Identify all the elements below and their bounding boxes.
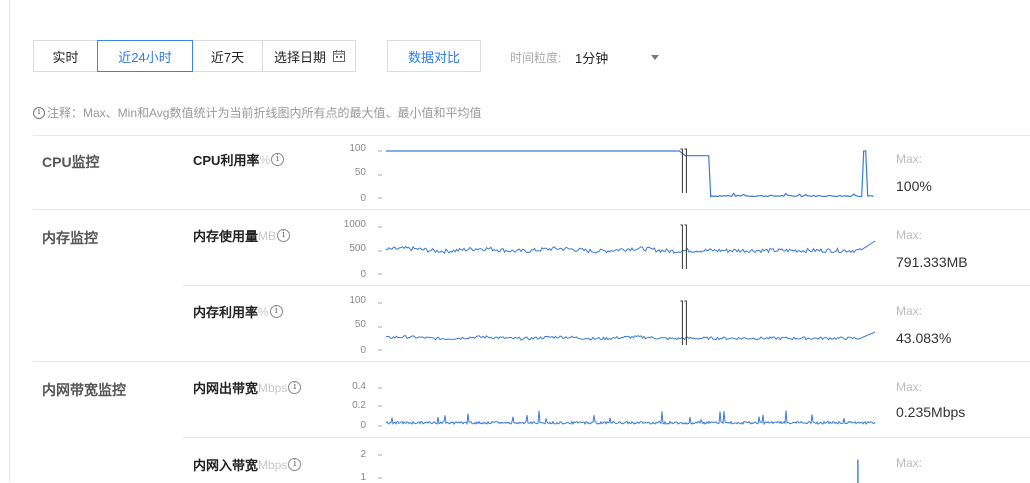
metric-unit: % xyxy=(259,152,271,167)
y-tick: 100 xyxy=(349,143,366,154)
table-top-border xyxy=(33,135,1030,136)
chart-memory-used xyxy=(378,224,876,275)
row-divider xyxy=(33,209,1030,210)
date-picker-button[interactable]: 选择日期 xyxy=(262,40,356,72)
metric-name: 内存利用率 xyxy=(193,305,259,320)
axis-break xyxy=(684,224,687,269)
series-line xyxy=(385,331,876,341)
group-title-network: 内网带宽监控 xyxy=(42,382,126,398)
metric-name: 内网出带宽 xyxy=(193,381,259,396)
series-line xyxy=(385,240,876,255)
metric-unit: MB xyxy=(258,228,277,243)
note-text: 注释：Max、Min和Avg数值统计为当前折线图内所有点的最大值、最小值和平均值 xyxy=(47,106,482,120)
chart-outbound-bandwidth xyxy=(378,387,876,427)
metric-cpu-usage: CPU利用率% i xyxy=(193,150,286,169)
series-line xyxy=(386,150,874,198)
y-tick: 1 xyxy=(360,472,366,483)
metric-memory-used: 内存使用量 MB i xyxy=(193,226,292,245)
chart-inbound-bandwidth xyxy=(378,454,859,483)
info-circle-icon[interactable]: i xyxy=(271,153,285,166)
metric-name: CPU利用率 xyxy=(193,153,260,168)
metric-unit: % xyxy=(258,304,269,319)
max-value: 791.333MB xyxy=(896,254,968,270)
axis-break xyxy=(680,148,683,193)
row-divider xyxy=(183,437,1030,438)
metric-unit: Mbps xyxy=(258,457,288,472)
max-value: 100% xyxy=(896,178,932,194)
max-label: Max: xyxy=(896,228,923,242)
caret-down-icon[interactable] xyxy=(651,55,659,60)
row-divider xyxy=(183,285,1030,286)
time-btn-24h[interactable]: 近24小时 xyxy=(97,40,193,72)
y-tick: 0 xyxy=(360,193,366,204)
group-title-memory: 内存监控 xyxy=(42,230,98,246)
y-tick: 500 xyxy=(349,243,366,254)
statistics-note: i 注释：Max、Min和Avg数值统计为当前折线图内所有点的最大值、最小值和平… xyxy=(33,104,481,121)
metric-unit: Mbps xyxy=(258,380,288,395)
info-circle-icon[interactable]: i xyxy=(288,458,302,471)
y-tick: 2 xyxy=(360,449,366,460)
info-circle-icon[interactable]: i xyxy=(277,229,291,242)
y-tick: 50 xyxy=(354,319,366,330)
time-btn-realtime[interactable]: 实时 xyxy=(33,40,98,72)
metric-name: 内存使用量 xyxy=(193,229,259,244)
metric-inbound-bandwidth: 内网入带宽 Mbps i xyxy=(193,455,303,474)
max-value: 0.235Mbps xyxy=(896,404,966,420)
metric-name: 内网入带宽 xyxy=(193,458,259,473)
time-btn-7d[interactable]: 近7天 xyxy=(192,40,263,72)
y-tick: 0.4 xyxy=(352,381,366,392)
max-value: 43.083% xyxy=(896,330,952,346)
chart-memory-usage-rate xyxy=(378,300,876,351)
y-tick: 0 xyxy=(360,345,366,356)
info-circle-icon[interactable]: i xyxy=(288,381,302,394)
time-range-selector: 实时 近24小时 近7天 选择日期 xyxy=(33,40,356,72)
granularity-label: 时间粒度: xyxy=(510,51,562,65)
metric-memory-usage-rate: 内存利用率% i xyxy=(193,302,285,321)
info-circle-icon: i xyxy=(33,106,45,119)
series-line xyxy=(385,410,876,426)
compare-button[interactable]: 数据对比 xyxy=(387,40,481,72)
granularity-select[interactable]: 1分钟 xyxy=(575,48,608,67)
calendar-icon xyxy=(333,50,345,62)
info-circle-icon[interactable]: i xyxy=(269,305,283,318)
y-tick: 0.2 xyxy=(352,400,366,411)
max-label: Max: xyxy=(896,456,923,470)
date-picker-label: 选择日期 xyxy=(274,49,327,65)
y-tick: 100 xyxy=(349,295,366,306)
axis-break xyxy=(680,224,683,269)
group-title-cpu: CPU监控 xyxy=(42,154,100,170)
y-tick: 1000 xyxy=(343,219,366,230)
chart-cpu-usage xyxy=(378,148,874,199)
row-divider xyxy=(33,361,1030,362)
max-label: Max: xyxy=(896,152,923,166)
max-label: Max: xyxy=(896,304,923,318)
y-tick: 0 xyxy=(360,269,366,280)
max-label: Max: xyxy=(896,380,923,394)
metric-outbound-bandwidth: 内网出带宽 Mbps i xyxy=(193,378,303,397)
y-tick: 50 xyxy=(354,167,366,178)
y-tick: 0 xyxy=(360,420,366,431)
left-border xyxy=(9,0,10,482)
